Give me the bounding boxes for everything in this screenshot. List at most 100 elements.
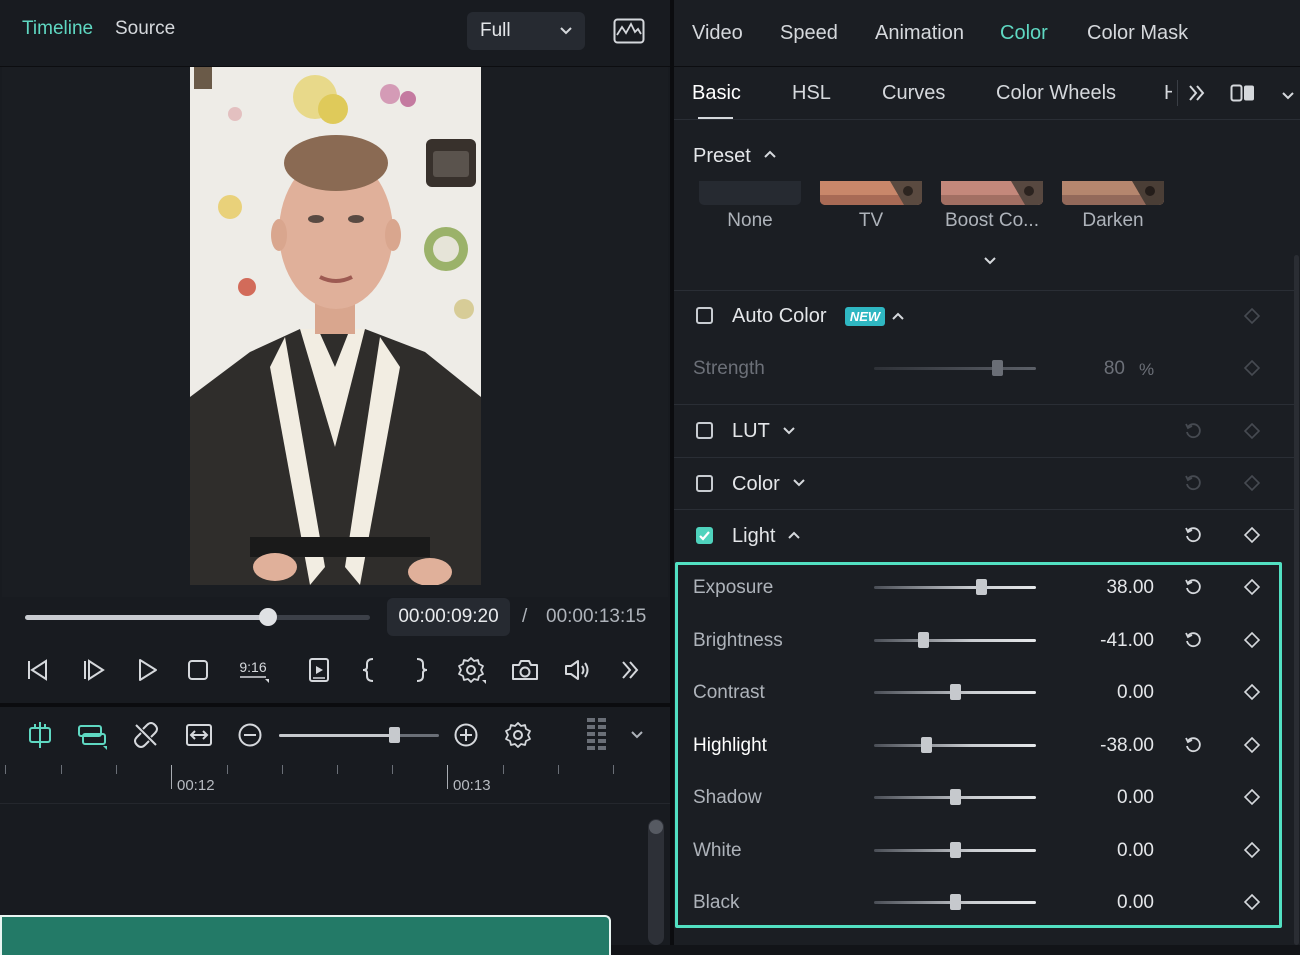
preset-thumb-tv[interactable]: [820, 181, 922, 205]
compare-view-button[interactable]: [1230, 84, 1256, 107]
light-reset-button[interactable]: [1182, 524, 1204, 546]
preset-collapse-button[interactable]: [762, 146, 778, 167]
stop-button[interactable]: [181, 655, 215, 685]
quality-select[interactable]: Full: [467, 12, 585, 50]
next-frame-button[interactable]: [78, 655, 112, 685]
exposure-slider-handle[interactable]: [976, 579, 987, 595]
highlight-keyframe-button[interactable]: [1241, 734, 1263, 756]
color-checkbox[interactable]: [696, 475, 713, 492]
strength-value[interactable]: 80: [1060, 358, 1125, 380]
auto-color-collapse-button[interactable]: [890, 308, 906, 329]
timeline-menu-button[interactable]: [620, 719, 654, 751]
scope-icon[interactable]: [613, 18, 645, 49]
shadow-slider-handle[interactable]: [950, 789, 961, 805]
current-time[interactable]: 00:00:09:20: [387, 598, 510, 636]
auto-ripple-button[interactable]: [23, 719, 57, 751]
preset-thumb-none[interactable]: [699, 181, 801, 205]
tab-timeline[interactable]: Timeline: [22, 18, 93, 40]
timeline-zoom-handle[interactable]: [389, 727, 400, 743]
mark-in-button[interactable]: [352, 655, 386, 685]
subtab-hsl[interactable]: HSL: [792, 82, 831, 105]
video-frame[interactable]: [190, 67, 481, 585]
mark-out-button[interactable]: [404, 655, 438, 685]
inspector-scrollbar[interactable]: [1294, 255, 1299, 945]
contrast-value[interactable]: 0.00: [1060, 682, 1154, 704]
auto-color-checkbox[interactable]: [696, 307, 713, 324]
contrast-keyframe-button[interactable]: [1241, 681, 1263, 703]
timeline-scrollbar-thumb[interactable]: [649, 820, 663, 834]
strength-slider-handle[interactable]: [992, 360, 1003, 376]
keyframe-button[interactable]: [1241, 305, 1263, 327]
timeline-ruler[interactable]: 00:12 00:13: [0, 763, 670, 804]
tab-source[interactable]: Source: [115, 18, 175, 40]
tab-speed[interactable]: Speed: [780, 22, 838, 45]
exposure-keyframe-button[interactable]: [1241, 576, 1263, 598]
shadow-value[interactable]: 0.00: [1060, 787, 1154, 809]
keyframe-button[interactable]: [1241, 357, 1263, 379]
timeline-scrollbar[interactable]: [648, 819, 664, 945]
prev-frame-button[interactable]: [21, 655, 55, 685]
preview-settings-button[interactable]: [455, 655, 489, 685]
volume-button[interactable]: [561, 655, 595, 685]
preset-expand-button[interactable]: [983, 253, 997, 271]
reset-button[interactable]: [1182, 472, 1204, 494]
zoom-out-button[interactable]: [233, 719, 267, 751]
chevron-up-icon: [764, 150, 776, 158]
more-tabs-button[interactable]: [1186, 83, 1208, 108]
aspect-ratio-button[interactable]: 9:16: [236, 655, 270, 685]
white-value[interactable]: 0.00: [1060, 840, 1154, 862]
subtab-curves[interactable]: Curves: [882, 82, 945, 105]
link-clips-button[interactable]: [75, 719, 109, 751]
white-keyframe-button[interactable]: [1241, 839, 1263, 861]
light-collapse-button[interactable]: [786, 527, 802, 548]
timeline-settings-button[interactable]: [501, 719, 535, 751]
play-button[interactable]: [130, 655, 164, 685]
track-height-button[interactable]: [580, 718, 614, 751]
unlink-button[interactable]: [129, 719, 163, 751]
lut-checkbox[interactable]: [696, 422, 713, 439]
tab-color[interactable]: Color: [1000, 22, 1048, 45]
subtab-hidden[interactable]: H: [1164, 82, 1172, 105]
playhead-handle[interactable]: [259, 608, 277, 626]
highlight-slider[interactable]: [874, 744, 1036, 747]
brightness-slider-handle[interactable]: [918, 632, 929, 648]
subtab-color-wheels[interactable]: Color Wheels: [996, 82, 1116, 105]
shadow-keyframe-button[interactable]: [1241, 786, 1263, 808]
tab-color-mask[interactable]: Color Mask: [1087, 22, 1188, 45]
more-controls-button[interactable]: [613, 655, 647, 685]
contrast-slider-handle[interactable]: [950, 684, 961, 700]
video-clip[interactable]: [0, 915, 611, 955]
fit-timeline-button[interactable]: [182, 719, 216, 751]
preset-thumb-darken[interactable]: [1062, 181, 1164, 205]
black-value[interactable]: 0.00: [1060, 892, 1154, 914]
tab-video[interactable]: Video: [692, 22, 743, 45]
exposure-reset-button[interactable]: [1182, 576, 1204, 598]
lut-expand-button[interactable]: [781, 424, 797, 443]
subtab-basic[interactable]: Basic: [692, 82, 741, 105]
strength-slider[interactable]: [874, 367, 1036, 370]
exposure-slider[interactable]: [874, 586, 1036, 589]
brightness-slider[interactable]: [874, 639, 1036, 642]
tab-animation[interactable]: Animation: [875, 22, 964, 45]
highlight-value[interactable]: -38.00: [1060, 735, 1154, 757]
render-preview-button[interactable]: [302, 655, 336, 685]
black-keyframe-button[interactable]: [1241, 891, 1263, 913]
black-slider-handle[interactable]: [950, 894, 961, 910]
exposure-value[interactable]: 38.00: [1060, 577, 1154, 599]
view-options-button[interactable]: [1281, 88, 1295, 106]
highlight-slider-handle[interactable]: [921, 737, 932, 753]
color-expand-button[interactable]: [791, 476, 807, 495]
keyframe-button[interactable]: [1241, 472, 1263, 494]
brightness-reset-button[interactable]: [1182, 629, 1204, 651]
brightness-value[interactable]: -41.00: [1060, 630, 1154, 652]
white-slider-handle[interactable]: [950, 842, 961, 858]
preset-thumb-boost-color[interactable]: [941, 181, 1043, 205]
light-keyframe-button[interactable]: [1241, 524, 1263, 546]
highlight-reset-button[interactable]: [1182, 734, 1204, 756]
snapshot-button[interactable]: [508, 655, 542, 685]
brightness-keyframe-button[interactable]: [1241, 629, 1263, 651]
zoom-in-button[interactable]: [449, 719, 483, 751]
light-checkbox[interactable]: [696, 527, 713, 544]
reset-button[interactable]: [1182, 420, 1204, 442]
keyframe-button[interactable]: [1241, 420, 1263, 442]
